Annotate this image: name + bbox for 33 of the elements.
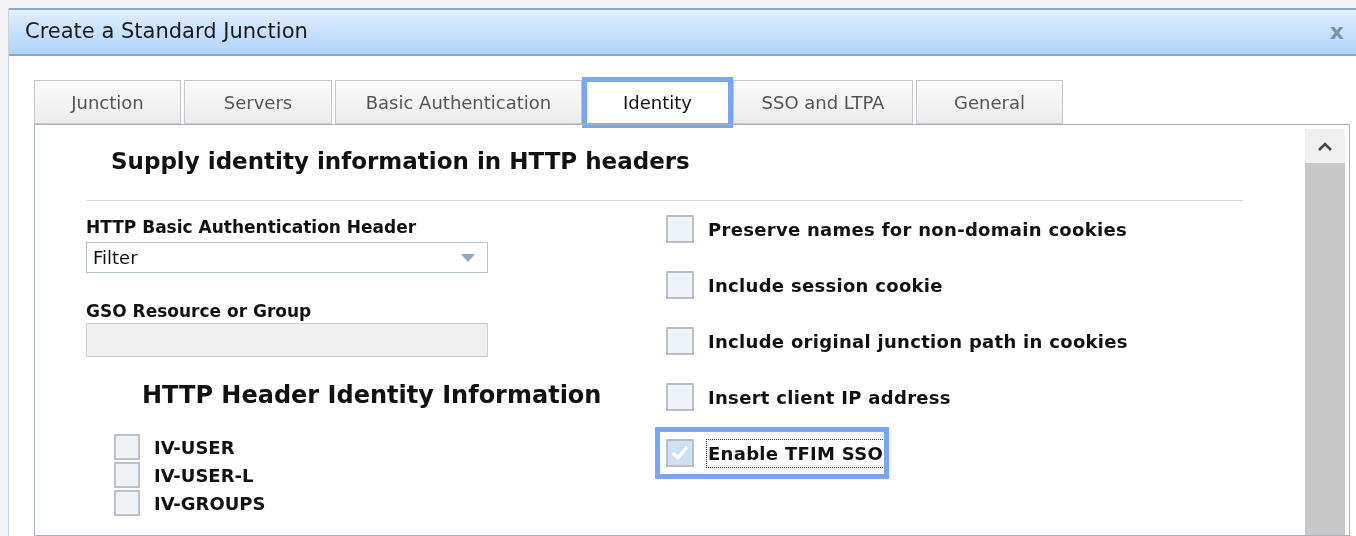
checkbox-label: Include session cookie (707, 273, 944, 298)
field-label: GSO Resource or Group (86, 301, 313, 321)
checkbox[interactable] (114, 434, 140, 460)
checkbox-label: IV-USER (154, 435, 235, 460)
section-heading: HTTP Header Identity Information (142, 381, 602, 409)
tab[interactable]: Servers (184, 80, 332, 124)
field-label: HTTP Basic Authentication Header (86, 217, 418, 237)
scroll-thumb[interactable] (1305, 163, 1345, 535)
select-value: Filter (92, 246, 139, 270)
checkbox[interactable] (666, 215, 694, 243)
scroll-up-button[interactable] (1305, 129, 1345, 163)
checkbox-label: Enable TFIM SSO (706, 438, 886, 468)
tab[interactable]: SSO and LTPA (733, 80, 913, 124)
select-field[interactable]: Filter (86, 242, 488, 273)
tab[interactable]: Identity (585, 80, 730, 125)
dropdown-arrow-icon (461, 253, 475, 262)
checkbox[interactable] (114, 462, 140, 488)
checkbox-label: Preserve names for non-domain cookies (707, 217, 1128, 242)
tab[interactable]: General (916, 80, 1063, 124)
checkbox[interactable] (666, 271, 694, 299)
window-title: Create a Standard Junction (25, 18, 308, 46)
checkbox[interactable] (114, 490, 140, 516)
checkbox-label: Include original junction path in cookies (707, 329, 1129, 354)
chevron-up-icon (1318, 141, 1332, 151)
checkbox-label: Insert client IP address (707, 385, 952, 410)
checkbox[interactable] (666, 439, 694, 467)
checkbox-label: IV-USER-L (154, 463, 254, 488)
tab[interactable]: Basic Authentication (335, 80, 582, 124)
section-heading: Supply identity information in HTTP headers (111, 147, 691, 175)
checkbox[interactable] (666, 383, 694, 411)
checkbox-label: IV-GROUPS (154, 491, 266, 516)
tab[interactable]: Junction (34, 80, 181, 124)
checkbox[interactable] (666, 327, 694, 355)
